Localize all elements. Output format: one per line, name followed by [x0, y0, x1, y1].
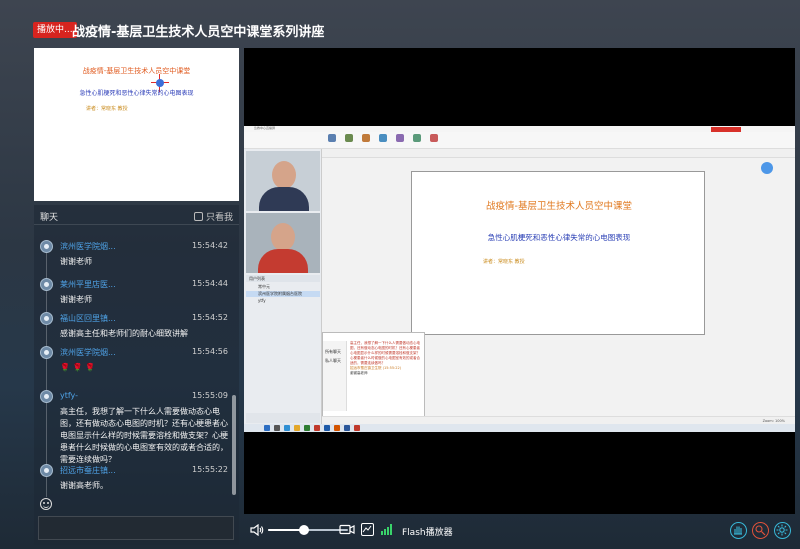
taskbar-icon	[344, 425, 350, 431]
shared-left-footer	[246, 413, 320, 423]
taskbar-icon	[264, 425, 270, 431]
only-me-toggle[interactable]: 只看我	[193, 210, 233, 223]
shared-chat-reply-user: 招远市蚕庄镇卫生院 (15:55:22)	[350, 366, 402, 370]
thumbnail-slide-title: 战疫情-基层卫生技术人员空中课堂	[82, 67, 191, 75]
chat-input[interactable]	[38, 516, 234, 540]
tool-icon	[362, 134, 370, 142]
volume-slider-handle[interactable]	[299, 525, 309, 535]
volume-icon[interactable]	[250, 524, 264, 536]
flash-player-button[interactable]: Flash播放器	[402, 525, 453, 538]
mic-request-icon[interactable]	[752, 522, 769, 539]
tool-icon	[430, 134, 438, 142]
tool-icon	[328, 134, 336, 142]
chat-message-text: 谢谢高老师。	[60, 481, 108, 490]
chat-title: 聊天	[40, 213, 59, 223]
chat-message-user[interactable]: 滨州医学院烟...	[60, 241, 116, 252]
taskbar-icon	[354, 425, 360, 431]
emoji-icon[interactable]	[40, 498, 52, 510]
shared-chat-reply-text: 谢谢高老师	[350, 371, 368, 375]
chat-message-user[interactable]: 招远市蚕庄镇...	[60, 465, 116, 476]
camera-icon[interactable]	[339, 524, 355, 535]
taskbar-icon	[274, 425, 280, 431]
avatar-icon	[40, 346, 53, 359]
chat-message-time: 15:54:44	[192, 279, 228, 288]
user-list-header: 用户列表	[246, 275, 320, 282]
chat-message-text: 🌹 🌹 🌹	[60, 363, 95, 372]
player-controls: Flash播放器	[244, 514, 795, 546]
chat-message-text: 高主任，我想了解一下什么人需要做动态心电图，还有做动态心电图的时机？还有心梗患者…	[60, 407, 228, 464]
slide-title: 战疫情-基层卫生技术人员空中课堂	[486, 201, 632, 212]
avatar-icon	[40, 312, 53, 325]
avatar-icon	[40, 278, 53, 291]
shared-chat-tabs: 所有聊天 私人聊天	[323, 341, 347, 411]
taskbar-icon	[304, 425, 310, 431]
chat-message-text: 谢谢老师	[60, 257, 92, 266]
chat-message-list[interactable]: 滨州医学院烟... 15:54:42 谢谢老师 莱州平里店医... 15:54:…	[34, 235, 234, 497]
picture-in-picture-icon[interactable]	[361, 523, 374, 536]
chat-message-user[interactable]: 福山区回里镇...	[60, 313, 116, 324]
slide-subtitle: 急性心肌梗死和恶性心律失常的心电图表现	[487, 233, 631, 242]
chat-message-time: 15:54:42	[192, 241, 228, 250]
tool-icon	[379, 134, 387, 142]
taskbar-icon	[294, 425, 300, 431]
user-list-item: 滨州医学院附属烟台医院	[246, 291, 320, 297]
presenter-camera-2	[246, 213, 320, 273]
tool-icon	[413, 134, 421, 142]
chat-scrollbar[interactable]	[232, 395, 236, 495]
taskbar-icon	[284, 425, 290, 431]
taskbar-icon	[324, 425, 330, 431]
video-player[interactable]: 急救中心直播屏 用户列表 常中元 滨州医学院附属烟台医院 ytfy 战疫情-基层…	[244, 48, 795, 514]
chat-message-time: 15:55:09	[192, 391, 228, 400]
chat-message-text: 感谢高主任和老师们的耐心细致讲解	[60, 329, 188, 338]
chat-panel: 聊天 只看我 滨州医学院烟... 15:54:42 谢谢老师 莱州平里店医...…	[34, 205, 239, 545]
avatar-icon	[40, 390, 53, 403]
network-signal-icon	[381, 524, 392, 535]
floating-action-icon	[761, 162, 773, 174]
chat-message-time: 15:54:52	[192, 313, 228, 322]
slide-toolbar	[322, 149, 795, 158]
only-me-checkbox[interactable]	[193, 212, 203, 221]
live-status-badge: 播放中...	[33, 22, 77, 38]
tool-icon	[345, 134, 353, 142]
shared-chat-window: 所有聊天 私人聊天 高主任，我想了解一下什么人需要做动态心电图，还有做动态心电图…	[322, 332, 425, 420]
avatar-icon	[40, 240, 53, 253]
tool-icon	[396, 134, 404, 142]
chat-message-user[interactable]: ytfy-	[60, 391, 78, 400]
presentation-slide: 战疫情-基层卫生技术人员空中课堂 急性心肌梗死和恶性心律失常的心电图表现 讲者：…	[411, 171, 705, 335]
chat-message-text: 谢谢老师	[60, 295, 92, 304]
shared-taskbar	[244, 424, 795, 432]
slide-thumbnail[interactable]: 战疫情-基层卫生技术人员空中课堂 急性心肌梗死和恶性心律失常的心电图表现 讲者：…	[34, 48, 239, 201]
only-me-label: 只看我	[205, 213, 233, 223]
chat-message-time: 15:55:22	[192, 465, 228, 474]
shared-left-column: 用户列表 常中元 滨州医学院附属烟台医院 ytfy	[244, 149, 322, 424]
page-title: 战疫情-基层卫生技术人员空中课堂系列讲座	[72, 25, 325, 40]
user-list-item: ytfy	[258, 298, 266, 303]
shared-screen: 急救中心直播屏 用户列表 常中元 滨州医学院附属烟台医院 ytfy 战疫情-基层…	[244, 126, 795, 432]
raise-hand-icon[interactable]	[730, 522, 747, 539]
shared-chat-tab: 私人聊天	[325, 358, 341, 363]
shared-chat-tab: 所有聊天	[325, 349, 341, 354]
chat-header: 聊天 只看我	[34, 205, 239, 225]
presenter-camera-1	[246, 151, 320, 211]
shared-chat-text: 高主任，我想了解一下什么人需要做动态心电图，还有做动态心电图的时机？还有心梗患者…	[350, 341, 422, 376]
shared-toolbar	[244, 132, 795, 149]
user-list-item: 常中元	[258, 284, 270, 289]
avatar-icon	[40, 464, 53, 477]
shared-status-bar: Zoom: 100%	[322, 416, 795, 424]
thumbnail-slide-speaker: 讲者：常晓东 教授	[86, 106, 128, 112]
slide-speaker: 讲者：常晓东 教授	[483, 259, 525, 265]
chat-message-user[interactable]: 滨州医学院烟...	[60, 347, 116, 358]
top-bar: 播放中... 战疫情-基层卫生技术人员空中课堂系列讲座	[0, 0, 800, 46]
chat-message-time: 15:54:56	[192, 347, 228, 356]
settings-gear-icon[interactable]	[774, 522, 791, 539]
chat-message-user[interactable]: 莱州平里店医...	[60, 279, 116, 290]
taskbar-icon	[334, 425, 340, 431]
shared-chat-question: 高主任，我想了解一下什么人需要做动态心电图，还有做动态心电图的时机？还有心梗患者…	[350, 341, 420, 365]
taskbar-icon	[314, 425, 320, 431]
thumbnail-slide-subtitle: 急性心肌梗死和恶性心律失常的心电图表现	[79, 90, 194, 97]
